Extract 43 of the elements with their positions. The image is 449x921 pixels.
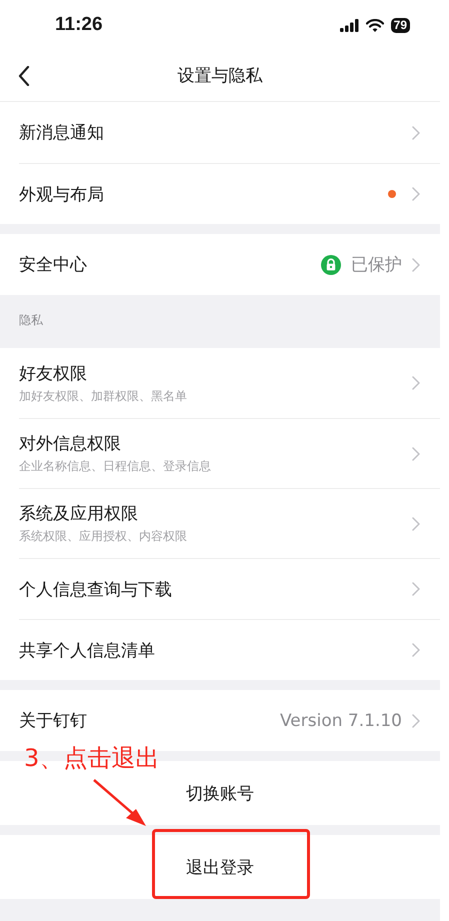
row-subtitle: 加好友权限、加群权限、黑名单 bbox=[19, 388, 187, 404]
row-label: 系统及应用权限 bbox=[19, 503, 139, 525]
clock-time: 11:26 bbox=[55, 14, 103, 36]
row-value: Version 7.1.10 bbox=[280, 710, 402, 730]
annotation-arrow bbox=[92, 778, 148, 828]
chevron-left-icon bbox=[18, 66, 30, 86]
row-subtitle: 系统权限、应用授权、内容权限 bbox=[19, 528, 187, 545]
settings-row[interactable]: 共享个人信息清单 bbox=[19, 619, 440, 680]
notification-dot bbox=[388, 190, 396, 198]
page-title: 设置与隐私 bbox=[178, 65, 262, 87]
chevron-right-icon bbox=[412, 714, 420, 728]
settings-row[interactable]: 对外信息权限 企业名称信息、日程信息、登录信息 bbox=[19, 418, 440, 488]
row-label: 好友权限 bbox=[19, 362, 88, 384]
row-subtitle: 企业名称信息、日程信息、登录信息 bbox=[19, 458, 211, 475]
settings-row[interactable]: 外观与布局 bbox=[19, 163, 440, 224]
row-label: 安全中心 bbox=[19, 254, 87, 276]
menu-button[interactable]: 切换账号 bbox=[176, 774, 264, 812]
section-header: 隐私 bbox=[0, 305, 440, 348]
row-value: 已保护 bbox=[351, 254, 402, 276]
menu-button[interactable]: 退出登录 bbox=[176, 848, 264, 886]
chevron-right-icon bbox=[412, 258, 420, 272]
row-label: 个人信息查询与下载 bbox=[19, 578, 172, 600]
settings-row[interactable]: 新消息通知 bbox=[19, 102, 440, 163]
row-label: 关于钉钉 bbox=[19, 710, 87, 732]
wifi-icon bbox=[366, 18, 384, 32]
settings-row[interactable]: 好友权限 加好友权限、加群权限、黑名单 bbox=[19, 348, 440, 418]
chevron-right-icon bbox=[412, 376, 420, 390]
chevron-right-icon bbox=[412, 582, 420, 596]
annotation-text: 3、点击退出 bbox=[24, 743, 160, 774]
battery-icon: 79 bbox=[390, 18, 410, 32]
chevron-right-icon bbox=[412, 126, 420, 140]
chevron-right-icon bbox=[412, 643, 420, 657]
chevron-right-icon bbox=[412, 516, 420, 530]
row-label: 对外信息权限 bbox=[19, 433, 122, 455]
chevron-right-icon bbox=[412, 446, 420, 460]
settings-row[interactable]: 系统及应用权限 系统权限、应用授权、内容权限 bbox=[19, 488, 440, 558]
row-label: 共享个人信息清单 bbox=[19, 640, 155, 662]
signal-icon bbox=[340, 18, 359, 32]
chevron-right-icon bbox=[412, 187, 420, 201]
settings-row[interactable]: 个人信息查询与下载 bbox=[19, 558, 440, 619]
lock-icon bbox=[321, 254, 341, 274]
row-label: 外观与布局 bbox=[19, 184, 104, 206]
row-label: 新消息通知 bbox=[19, 122, 104, 144]
